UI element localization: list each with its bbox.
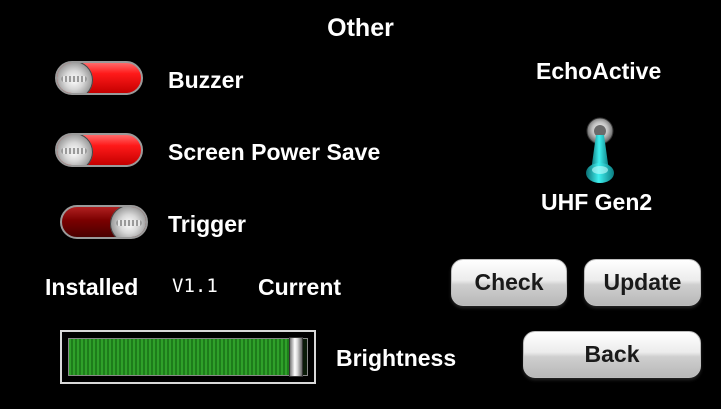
back-button[interactable]: Back [523,331,701,378]
uhf-gen2-label: UHF Gen2 [541,189,653,215]
current-label: Current [258,274,342,300]
trigger-toggle[interactable] [60,205,148,239]
brightness-slider-track [68,337,308,377]
check-button[interactable]: Check [451,259,567,306]
screen-power-save-label: Screen Power Save [168,139,381,165]
installed-label: Installed [45,274,139,300]
page-title: Other [327,14,394,42]
update-button[interactable]: Update [584,259,701,306]
trigger-label: Trigger [168,211,246,237]
buzzer-toggle[interactable] [55,61,143,95]
installed-version-value: V1.1 [172,275,218,297]
brightness-label: Brightness [336,345,457,371]
buzzer-label: Buzzer [168,67,244,93]
brightness-slider[interactable] [60,330,316,384]
brightness-slider-fill [69,339,298,375]
toggle-knob-icon [110,207,146,237]
screen-power-save-toggle[interactable] [55,133,143,167]
brightness-slider-thumb[interactable] [289,337,304,377]
toggle-knob-icon [57,135,93,165]
lever-switch-icon[interactable] [578,115,622,187]
echoactive-label: EchoActive [536,58,662,84]
toggle-knob-icon [57,63,93,93]
